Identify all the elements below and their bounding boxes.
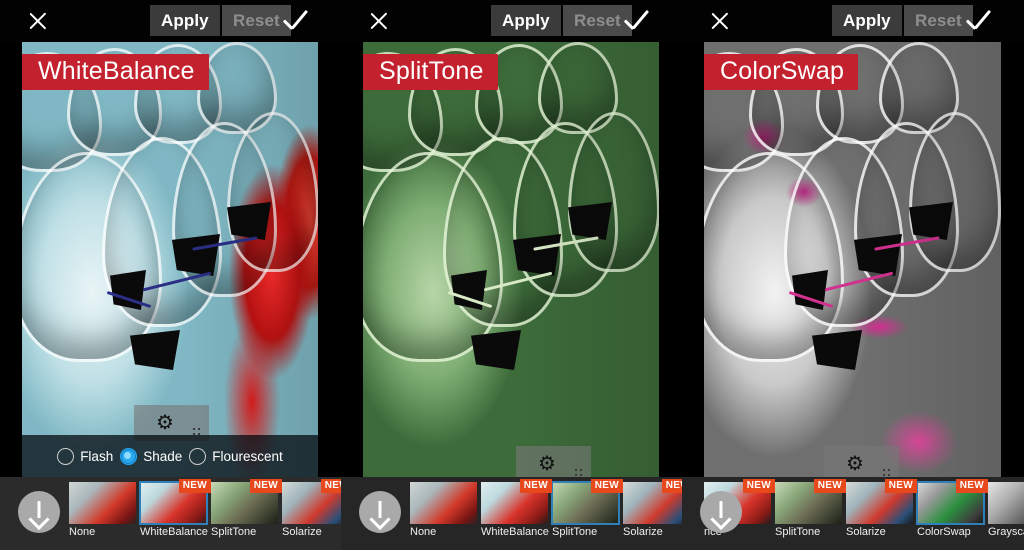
new-badge: NEW bbox=[884, 479, 917, 493]
thumb-label: WhiteBalance bbox=[481, 526, 549, 538]
thumb-label: Solarize bbox=[623, 526, 663, 538]
filter-thumb-colorswap[interactable]: NEW ColorSwap bbox=[916, 479, 988, 538]
gear-icon: ⚙ bbox=[156, 412, 174, 434]
photo-detail-overlay bbox=[704, 42, 1001, 477]
top-toolbar-3: Apply Reset bbox=[682, 0, 1024, 42]
new-badge: NEW bbox=[742, 479, 775, 493]
top-toolbar-1: Apply Reset bbox=[0, 0, 341, 42]
thumb-image bbox=[410, 482, 477, 524]
new-badge: NEW bbox=[661, 479, 682, 493]
filter-thumb-splittone[interactable]: NEW SplitTone bbox=[775, 479, 846, 538]
whitebalance-radio-group: Flash Shade Flourescent bbox=[22, 435, 318, 477]
new-badge: NEW bbox=[813, 479, 846, 493]
filter-filmstrip-1[interactable]: None NEW WhiteBalance NEW SplitTone NEW … bbox=[0, 477, 341, 550]
thumb-label: None bbox=[410, 526, 437, 538]
confirm-checkmark-icon[interactable] bbox=[283, 10, 313, 32]
filter-thumb-whitebalance[interactable]: NEW WhiteBalance bbox=[139, 479, 211, 538]
new-badge: NEW bbox=[320, 479, 341, 493]
resize-grip-icon bbox=[575, 469, 583, 477]
radio-option-shade[interactable]: Shade bbox=[120, 447, 182, 465]
apply-button[interactable]: Apply bbox=[832, 5, 902, 36]
radio-option-flash[interactable]: Flash bbox=[57, 447, 113, 465]
new-badge: NEW bbox=[249, 479, 282, 493]
new-badge: NEW bbox=[955, 479, 988, 493]
editor-screen-colorswap: ColorSwap ⚙ Apply Reset NEW nce NEW Spli… bbox=[682, 0, 1024, 550]
thumb-label: WhiteBalance bbox=[140, 526, 208, 538]
thumb-label: SplitTone bbox=[552, 526, 598, 538]
settings-gear-button-2[interactable]: ⚙ bbox=[516, 446, 591, 477]
filter-title-banner-2: SplitTone bbox=[363, 54, 498, 91]
reset-button[interactable]: Reset bbox=[904, 5, 973, 36]
close-icon[interactable] bbox=[25, 8, 51, 34]
photo-detail-overlay bbox=[363, 42, 659, 477]
editor-screen-splittone: SplitTone ⚙ Apply Reset None NEW WhiteBa… bbox=[341, 0, 682, 550]
filter-thumb-grayscale[interactable]: Grayscale bbox=[988, 482, 1024, 538]
thumb-label: SplitTone bbox=[211, 526, 257, 538]
filter-thumb-solarize[interactable]: NEW Solarize bbox=[846, 479, 917, 538]
photo-stage-2[interactable]: SplitTone ⚙ bbox=[363, 42, 659, 477]
resize-grip-icon bbox=[883, 469, 891, 477]
filter-title-banner-3: ColorSwap bbox=[704, 54, 859, 91]
filter-thumb-none[interactable]: None bbox=[410, 482, 477, 538]
close-icon[interactable] bbox=[707, 8, 733, 34]
new-badge: NEW bbox=[519, 479, 552, 493]
collapse-down-arrow-button-1[interactable] bbox=[18, 491, 60, 533]
new-badge: NEW bbox=[590, 479, 623, 493]
apply-button[interactable]: Apply bbox=[491, 5, 561, 36]
gear-icon: ⚙ bbox=[846, 453, 864, 475]
confirm-checkmark-icon[interactable] bbox=[966, 10, 996, 32]
filter-thumb-splittone[interactable]: NEW SplitTone bbox=[211, 479, 282, 538]
photo-preview-3 bbox=[704, 42, 1001, 477]
filter-thumb-none[interactable]: None bbox=[69, 482, 136, 538]
filter-thumb-solarize[interactable]: NEW Solarize bbox=[623, 479, 682, 538]
reset-button[interactable]: Reset bbox=[563, 5, 632, 36]
top-toolbar-2: Apply Reset bbox=[341, 0, 682, 42]
confirm-checkmark-icon[interactable] bbox=[624, 10, 654, 32]
thumb-label: SplitTone bbox=[775, 526, 821, 538]
editor-screen-whitebalance: WhiteBalance ⚙ Flash Shade Flourescent A… bbox=[0, 0, 341, 550]
thumb-label: Grayscale bbox=[988, 526, 1024, 538]
reset-button[interactable]: Reset bbox=[222, 5, 291, 36]
thumb-label: ColorSwap bbox=[917, 526, 971, 538]
photo-stage-1[interactable]: WhiteBalance ⚙ Flash Shade Flourescent bbox=[22, 42, 318, 477]
photo-stage-3[interactable]: ColorSwap ⚙ bbox=[704, 42, 1001, 477]
screenshot-triptych: WhiteBalance ⚙ Flash Shade Flourescent A… bbox=[0, 0, 1024, 550]
thumb-label: Solarize bbox=[282, 526, 322, 538]
filter-thumb-whitebalance[interactable]: NEW WhiteBalance bbox=[481, 479, 552, 538]
close-icon[interactable] bbox=[366, 8, 392, 34]
new-badge: NEW bbox=[178, 479, 211, 493]
thumb-label: None bbox=[69, 526, 96, 538]
collapse-down-arrow-button-2[interactable] bbox=[359, 491, 401, 533]
radio-option-flourescent[interactable]: Flourescent bbox=[189, 447, 283, 465]
radio-dot-icon bbox=[189, 447, 207, 465]
photo-preview-2 bbox=[363, 42, 659, 477]
filter-thumb-splittone[interactable]: NEW SplitTone bbox=[551, 479, 623, 538]
thumb-image bbox=[988, 482, 1024, 524]
apply-button[interactable]: Apply bbox=[150, 5, 220, 36]
radio-dot-icon bbox=[57, 447, 75, 465]
collapse-down-arrow-button-3[interactable] bbox=[700, 491, 742, 533]
radio-dot-selected-icon bbox=[120, 447, 138, 465]
thumb-label: Solarize bbox=[846, 526, 886, 538]
filter-thumb-solarize[interactable]: NEW Solarize bbox=[282, 479, 341, 538]
filter-filmstrip-3[interactable]: NEW nce NEW SplitTone NEW Solarize NEW C… bbox=[682, 477, 1024, 550]
filter-title-banner-1: WhiteBalance bbox=[22, 54, 209, 91]
thumb-image bbox=[69, 482, 136, 524]
filter-filmstrip-2[interactable]: None NEW WhiteBalance NEW SplitTone NEW … bbox=[341, 477, 682, 550]
settings-gear-button-3[interactable]: ⚙ bbox=[824, 446, 899, 477]
gear-icon: ⚙ bbox=[538, 453, 556, 475]
